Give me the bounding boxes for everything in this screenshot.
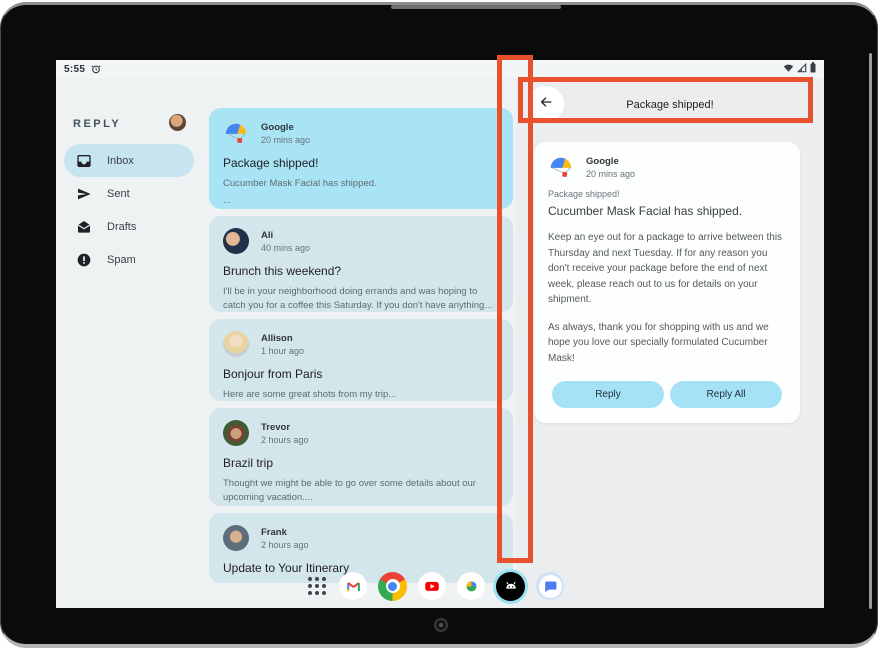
google-avatar — [548, 154, 574, 180]
email-subject: Brazil trip — [223, 456, 499, 470]
google-photos-icon[interactable] — [457, 572, 485, 600]
chrome-icon[interactable] — [378, 572, 407, 601]
gmail-icon[interactable] — [339, 572, 367, 600]
android-screen: 5:55 REPLY — [56, 60, 824, 608]
alarm-clock-icon — [91, 64, 101, 74]
status-bar: 5:55 — [56, 60, 824, 78]
tablet-frame: 5:55 REPLY — [0, 2, 878, 648]
email-time: 20 mins ago — [261, 135, 310, 145]
sidebar-nav: Inbox Sent Drafts — [64, 144, 194, 276]
app-title: REPLY — [73, 118, 121, 130]
reply-button[interactable]: Reply — [552, 381, 664, 408]
sidebar-item-label: Drafts — [107, 221, 136, 233]
email-detail-card: Google 20 mins ago Package shipped! Cucu… — [534, 142, 800, 423]
frank-avatar — [223, 525, 249, 551]
email-sender: Allison — [261, 333, 304, 344]
email-preview: I'll be in your neighborhood doing erran… — [223, 285, 499, 312]
youtube-icon[interactable] — [418, 572, 446, 600]
front-camera — [434, 618, 448, 632]
cellular-signal-icon — [797, 60, 807, 78]
email-detail-pane: Package shipped! Google 20 mins ago Pack… — [516, 78, 824, 608]
email-list-item-allison[interactable]: Allison 1 hour ago Bonjour from Paris He… — [209, 319, 513, 401]
email-sender: Ali — [261, 230, 310, 241]
profile-avatar[interactable] — [169, 114, 186, 131]
messages-icon[interactable] — [536, 572, 564, 600]
inbox-icon — [76, 153, 92, 169]
google-avatar — [223, 120, 249, 146]
detail-body-paragraph: Keep an eye out for a package to arrive … — [548, 230, 786, 308]
spam-icon — [76, 252, 92, 268]
sidebar-item-label: Sent — [107, 188, 130, 200]
sidebar-item-sent[interactable]: Sent — [64, 177, 194, 210]
email-list-item-ali[interactable]: Ali 40 mins ago Brunch this weekend? I'l… — [209, 216, 513, 312]
email-time: 2 hours ago — [261, 435, 309, 445]
email-time: 40 mins ago — [261, 243, 310, 253]
detail-header-title: Package shipped! — [516, 99, 824, 111]
sidebar-item-inbox[interactable]: Inbox — [64, 144, 194, 177]
email-sender: Google — [261, 122, 310, 133]
sidebar-item-label: Inbox — [107, 155, 134, 167]
email-subject: Brunch this weekend? — [223, 264, 499, 278]
mail-list-pane: REPLY Inbox Sent — [56, 78, 516, 608]
status-time: 5:55 — [64, 64, 85, 75]
email-list-item-google[interactable]: Google 20 mins ago Package shipped! Cucu… — [209, 108, 513, 209]
email-preview: Thought we might be able to go over some… — [223, 477, 499, 505]
email-subject: Bonjour from Paris — [223, 367, 499, 381]
email-sender: Trevor — [261, 422, 309, 433]
allison-avatar — [223, 331, 249, 357]
battery-icon — [810, 60, 816, 78]
sidebar-item-drafts[interactable]: Drafts — [64, 210, 194, 243]
detail-body-paragraph: As always, thank you for shopping with u… — [548, 320, 786, 367]
email-preview: Cucumber Mask Facial has shipped. — [223, 177, 499, 191]
email-subject: Package shipped! — [223, 156, 499, 170]
trevor-avatar — [223, 420, 249, 446]
sidebar-item-label: Spam — [107, 254, 136, 266]
ali-avatar — [223, 228, 249, 254]
email-preview-ellipsis: ... — [223, 194, 499, 208]
app-grid-button[interactable] — [306, 575, 328, 597]
reply-app-icon[interactable] — [496, 572, 525, 601]
detail-sender: Google — [586, 156, 635, 167]
wifi-icon — [783, 60, 794, 78]
drafts-icon — [76, 219, 92, 235]
detail-headline: Cucumber Mask Facial has shipped. — [548, 204, 786, 218]
detail-subject-label: Package shipped! — [548, 189, 786, 199]
email-time: 2 hours ago — [261, 540, 309, 550]
reply-all-button[interactable]: Reply All — [670, 381, 782, 408]
sidebar-item-spam[interactable]: Spam — [64, 243, 194, 276]
send-icon — [76, 186, 92, 202]
email-time: 1 hour ago — [261, 346, 304, 356]
volume-button — [391, 5, 561, 9]
device-edge — [869, 53, 872, 609]
email-list-item-trevor[interactable]: Trevor 2 hours ago Brazil trip Thought w… — [209, 408, 513, 506]
email-preview: Here are some great shots from my trip..… — [223, 388, 499, 401]
taskbar — [306, 565, 564, 607]
messages-bubble — [539, 575, 562, 598]
detail-time: 20 mins ago — [586, 169, 635, 179]
email-sender: Frank — [261, 527, 309, 538]
